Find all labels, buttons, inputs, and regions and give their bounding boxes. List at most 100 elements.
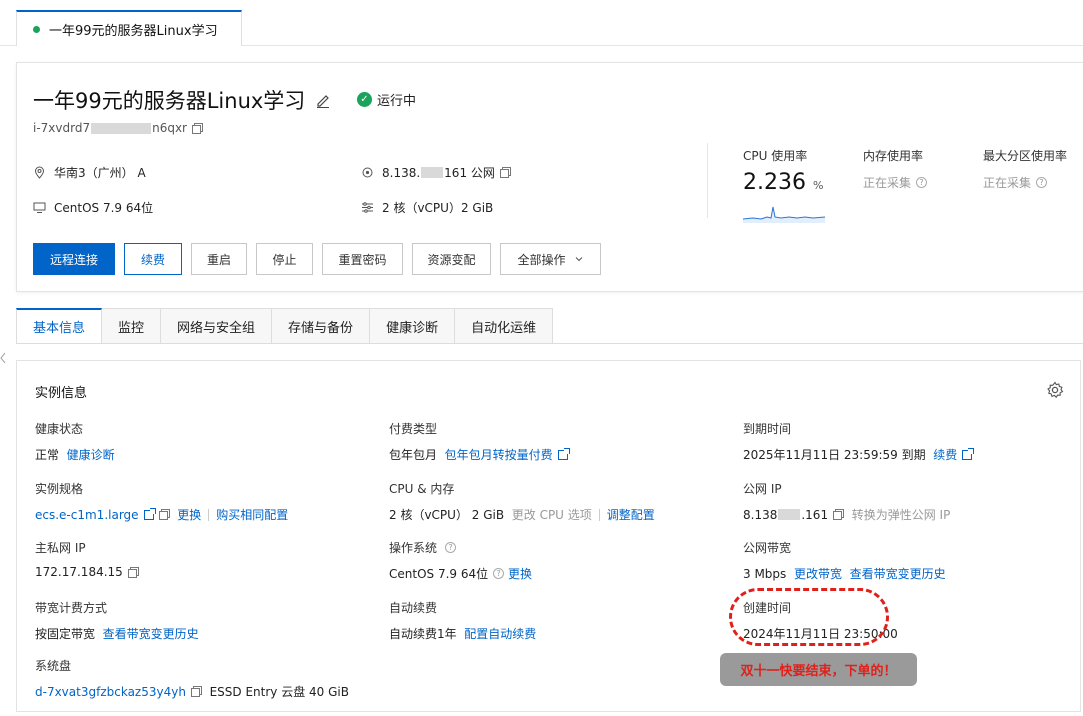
- status-text: 运行中: [377, 94, 417, 109]
- bandwidth-history-link[interactable]: 查看带宽变更历史: [103, 625, 199, 642]
- billing-value: 包年包月: [389, 448, 438, 462]
- os-info: CentOS 7.9 64位: [33, 199, 153, 216]
- tab-basic-info[interactable]: 基本信息: [16, 308, 103, 344]
- reset-password-button[interactable]: 重置密码: [322, 243, 403, 275]
- auto-renew-value: 自动续费1年: [389, 627, 457, 641]
- stop-button[interactable]: 停止: [256, 243, 313, 275]
- help-icon[interactable]: ?: [1036, 177, 1048, 188]
- gear-icon[interactable]: [1046, 381, 1064, 399]
- renew-link[interactable]: 续费: [933, 446, 957, 463]
- restart-button[interactable]: 重启: [191, 243, 247, 275]
- help-icon[interactable]: ?: [493, 568, 505, 579]
- ip-suffix: 161 公网: [444, 166, 495, 180]
- help-icon[interactable]: ?: [916, 177, 928, 188]
- bandwidth-field: 公网带宽 3 Mbps 更改带宽 查看带宽变更历史: [743, 539, 946, 582]
- instance-tab-label: 一年99元的服务器Linux学习: [49, 23, 218, 39]
- copy-icon[interactable]: [499, 167, 511, 178]
- copy-icon[interactable]: [158, 509, 170, 520]
- remote-connect-button[interactable]: 远程连接: [33, 243, 115, 275]
- collapse-arrow-icon[interactable]: [0, 348, 6, 368]
- disk-metric[interactable]: 最大分区使用率 正在采集?: [983, 147, 1067, 191]
- help-icon[interactable]: ?: [445, 542, 457, 553]
- public-ip-label: 公网 IP: [743, 482, 782, 496]
- page-title: 一年99元的服务器Linux学习: [33, 85, 331, 115]
- buy-same-link[interactable]: 购买相同配置: [216, 506, 288, 523]
- cpu-value: 2.236 %: [743, 170, 825, 195]
- os-field: 操作系统? CentOS 7.9 64位? 更换: [389, 539, 532, 582]
- annotation-ellipse: [729, 588, 889, 646]
- spec-info: 2 核（vCPU）2 GiB: [361, 199, 493, 216]
- spec-value-link[interactable]: ecs.e-c1m1.large: [35, 508, 139, 522]
- cpu-value-number: 2.236: [743, 170, 806, 195]
- tab-network-security[interactable]: 网络与安全组: [161, 308, 273, 344]
- os-value: CentOS 7.9 64位: [389, 567, 489, 581]
- adjust-config-link[interactable]: 调整配置: [607, 506, 655, 523]
- status-badge: ✓ 运行中: [357, 90, 416, 109]
- bandwidth-history-link[interactable]: 查看带宽变更历史: [850, 565, 946, 582]
- top-tab-bar: 一年99元的服务器Linux学习: [0, 0, 1083, 46]
- public-ip-suffix: .161: [801, 507, 829, 522]
- memory-metric[interactable]: 内存使用率 正在采集?: [863, 147, 928, 191]
- health-field: 健康状态 正常 健康诊断: [35, 420, 115, 463]
- memory-value: 2 GiB: [471, 507, 505, 522]
- convert-billing-link[interactable]: 包年包月转按量付费: [445, 446, 553, 463]
- divider: [16, 343, 1083, 344]
- action-buttons: 远程连接 续费 重启 停止 重置密码 资源变配 全部操作: [33, 243, 610, 275]
- cpu-label: CPU 使用率: [743, 149, 808, 163]
- divider: [598, 508, 600, 521]
- copy-icon[interactable]: [192, 122, 203, 134]
- billing-label: 付费类型: [389, 422, 438, 436]
- instance-info-card: 实例信息 健康状态 正常 健康诊断 付费类型 包年包月 包年包月转按量付费 到期…: [16, 360, 1081, 712]
- instance-tab[interactable]: 一年99元的服务器Linux学习: [16, 10, 242, 46]
- location-icon: [34, 166, 45, 179]
- health-diagnosis-link[interactable]: 健康诊断: [67, 446, 115, 463]
- change-spec-link[interactable]: 更换: [177, 506, 201, 523]
- instance-id-suffix: n6qxr: [152, 121, 187, 135]
- bandwidth-billing-label: 带宽计费方式: [35, 601, 108, 615]
- instance-id-prefix: i-7xvdrd7: [33, 121, 91, 135]
- masked-text: [778, 509, 801, 520]
- cpu-unit: %: [812, 179, 824, 192]
- copy-icon[interactable]: [127, 566, 139, 578]
- change-bandwidth-link[interactable]: 更改带宽: [794, 565, 842, 582]
- change-os-link[interactable]: 更换: [508, 565, 532, 582]
- cpu-sparkline: [742, 206, 826, 223]
- cpu-mem-field: CPU & 内存 2 核（vCPU） 2 GiB 更改 CPU 选项 调整配置: [389, 480, 655, 523]
- external-link-icon[interactable]: [557, 447, 570, 460]
- tab-automation[interactable]: 自动化运维: [455, 308, 554, 344]
- os-label: 操作系统: [389, 541, 438, 555]
- cpu-metric[interactable]: CPU 使用率 2.236 %: [742, 147, 826, 226]
- renew-button[interactable]: 续费: [124, 243, 182, 275]
- memory-label: 内存使用率: [863, 149, 924, 163]
- config-auto-renew-link[interactable]: 配置自动续费: [464, 625, 536, 642]
- masked-text: [421, 167, 444, 178]
- spec-field: 实例规格 ecs.e-c1m1.large 更换 购买相同配置: [35, 480, 288, 523]
- tab-health-diagnosis[interactable]: 健康诊断: [370, 308, 456, 344]
- resize-button[interactable]: 资源变配: [412, 243, 491, 275]
- tab-storage-backup[interactable]: 存储与备份: [272, 308, 371, 344]
- all-actions-button[interactable]: 全部操作: [500, 243, 601, 275]
- disk-id-link[interactable]: d-7xvat3gfzbckaz53y4yh: [35, 685, 186, 699]
- divider: [208, 508, 210, 521]
- chevron-down-icon: [575, 257, 582, 262]
- public-ip-prefix: 8.138: [743, 507, 778, 522]
- masked-text: [91, 122, 152, 134]
- copy-icon[interactable]: [833, 509, 845, 520]
- bandwidth-label: 公网带宽: [743, 541, 792, 555]
- health-label: 健康状态: [35, 422, 84, 436]
- external-link-icon[interactable]: [962, 447, 975, 460]
- disk-collecting: 正在采集: [983, 176, 1032, 190]
- private-ip-field: 主私网 IP 172.17.184.15: [35, 539, 139, 579]
- external-link-icon[interactable]: [143, 507, 156, 520]
- bandwidth-billing-value: 按固定带宽: [35, 627, 96, 641]
- copy-icon[interactable]: [190, 686, 202, 697]
- edit-icon[interactable]: [315, 92, 331, 108]
- cpu-value: 2 核（vCPU）: [389, 508, 468, 522]
- disk-type-size: ESSD Entry 云盘 40 GiB: [209, 685, 349, 699]
- instance-summary-card: 一年99元的服务器Linux学习 ✓ 运行中 i-7xvdrd7 n6qxr 华…: [16, 62, 1083, 292]
- change-cpu-option: 更改 CPU 选项: [511, 508, 592, 522]
- tab-monitoring[interactable]: 监控: [102, 308, 162, 344]
- bandwidth-billing-field: 带宽计费方式 按固定带宽 查看带宽变更历史: [35, 599, 199, 642]
- private-ip-label: 主私网 IP: [35, 541, 86, 555]
- expire-field: 到期时间 2025年11月11日 23:59:59 到期 续费: [743, 420, 975, 463]
